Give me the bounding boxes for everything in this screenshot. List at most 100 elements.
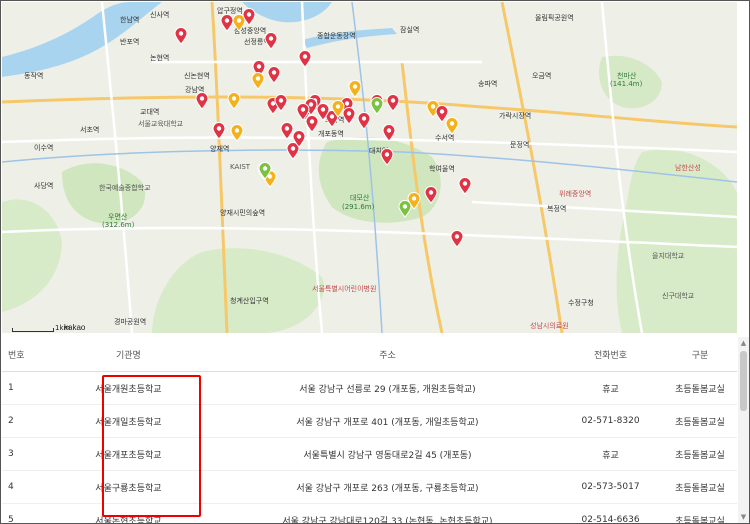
map-place-label: 복정역	[547, 205, 567, 213]
map-marker-pin-icon[interactable]	[380, 148, 394, 166]
app-frame: kakao 1km 신사역 압구정역 삼성중앙역 선정릉역 종합운동장역 잠실역 올림픽공원…	[0, 0, 750, 524]
map-place-label: 논현역	[150, 54, 170, 62]
map-place-label: 대모산	[350, 194, 370, 202]
map-place-label: 남한산성	[675, 164, 701, 172]
cell-type: 초등돌봄교실	[662, 470, 737, 504]
cell-type: 초등돌봄교실	[662, 404, 737, 438]
map-place-label: 수정구청	[568, 299, 594, 307]
map-marker-pin-icon[interactable]	[450, 230, 464, 248]
map-marker-pin-icon[interactable]	[274, 94, 288, 112]
map-marker-pin-icon[interactable]	[264, 32, 278, 50]
map-marker-pin-icon[interactable]	[316, 103, 330, 121]
map-marker-pin-icon[interactable]	[382, 124, 396, 142]
map-place-label: 위례중앙역	[559, 190, 592, 198]
map-marker-pin-icon[interactable]	[348, 80, 362, 98]
map-place-label: 신구대학교	[662, 292, 695, 300]
cell-address: 서울특별시 강남구 영동대로2길 45 (개포동)	[216, 437, 559, 471]
cell-no: 5	[2, 503, 41, 523]
map-place-label: 오금역	[532, 72, 552, 80]
cell-address: 서울 강남구 개포로 263 (개포동, 구룡초등학교)	[216, 470, 559, 504]
map-marker-pin-icon[interactable]	[227, 92, 241, 110]
map-place-label: 을지대학교	[652, 252, 685, 260]
cell-phone: 02-573-5017	[558, 470, 663, 504]
cell-no: 2	[2, 404, 41, 438]
map-place-label: 서울교육대학교	[138, 120, 184, 128]
cell-phone: 02-514-6636	[558, 503, 663, 523]
table-scrollbar[interactable]: ▲ ▼	[738, 337, 749, 523]
map-place-label: 한국예술종합학교	[99, 184, 151, 192]
header-phone: 전화번호	[558, 337, 663, 372]
map-place-label: 교대역	[140, 108, 160, 116]
cell-no: 3	[2, 437, 41, 471]
map-place-label: KAIST	[230, 163, 251, 171]
header-type: 구분	[662, 337, 737, 372]
map-view[interactable]: kakao 1km 신사역 압구정역 삼성중앙역 선정릉역 종합운동장역 잠실역 올림픽공원…	[2, 2, 737, 333]
map-marker-pin-icon[interactable]	[212, 122, 226, 140]
map-place-label: 천마산	[617, 72, 637, 80]
map-base: kakao	[2, 2, 737, 333]
map-marker-pin-icon[interactable]	[458, 177, 472, 195]
map-marker-pin-icon[interactable]	[230, 124, 244, 142]
cell-type: 초등돌봄교실	[662, 371, 737, 405]
header-name: 기관명	[40, 337, 217, 372]
scale-label: 1km	[55, 324, 71, 332]
map-place-label: 올림픽공원역	[535, 14, 574, 22]
cell-type: 초등돌봄교실	[662, 437, 737, 471]
map-place-label: 신사역	[150, 11, 170, 19]
scroll-down-arrow[interactable]: ▼	[740, 513, 747, 521]
map-place-label: 한남역	[120, 16, 140, 24]
map-marker-pin-icon[interactable]	[174, 27, 188, 45]
header-address: 주소	[216, 337, 559, 372]
map-place-label: 가락시장역	[499, 112, 532, 120]
cell-phone: 휴교	[558, 371, 663, 405]
map-place-label: 문정역	[510, 141, 530, 149]
map-place-label: 성남시의료원	[530, 322, 569, 330]
map-place-label: 반포역	[120, 38, 140, 46]
scroll-thumb[interactable]	[740, 351, 747, 411]
map-place-label: 우면산	[108, 213, 128, 221]
map-marker-pin-icon[interactable]	[357, 112, 371, 130]
name-column-highlight	[102, 375, 201, 517]
map-place-label: 수서역	[435, 134, 455, 142]
map-place-label: 사당역	[34, 182, 54, 190]
map-marker-pin-icon[interactable]	[242, 8, 256, 26]
table-header-row: 번호 기관명 주소 전화번호 구분	[2, 337, 737, 372]
map-marker-pin-icon[interactable]	[445, 117, 459, 135]
map-place-label: 이수역	[34, 144, 54, 152]
map-place-label: 경마공원역	[114, 318, 147, 326]
map-marker-pin-icon[interactable]	[195, 92, 209, 110]
map-place-label: 송파역	[478, 80, 498, 88]
cell-no: 1	[2, 371, 41, 405]
cell-phone: 02-571-8320	[558, 404, 663, 438]
map-place-label: 서초역	[80, 126, 100, 134]
map-place-label: 동작역	[24, 72, 44, 80]
cell-no: 4	[2, 470, 41, 504]
map-place-label: 청계산입구역	[230, 297, 269, 305]
map-marker-pin-icon[interactable]	[331, 100, 345, 118]
map-place-label: 양재역	[210, 145, 230, 153]
map-marker-pin-icon[interactable]	[296, 103, 310, 121]
cell-type: 초등돌봄교실	[662, 503, 737, 523]
map-place-label: (141.4m)	[610, 80, 643, 88]
map-place-label: (312.6m)	[102, 221, 135, 229]
cell-address: 서울 강남구 개포로 401 (개포동, 개일초등학교)	[216, 404, 559, 438]
map-place-label: (291.6m)	[342, 203, 375, 211]
map-marker-pin-icon[interactable]	[370, 97, 384, 115]
map-place-label: 양재시민의숲역	[220, 209, 266, 217]
map-place-label: 신논현역	[184, 72, 210, 80]
map-place-label: 서울특별시어린이병원	[312, 285, 377, 293]
scroll-up-arrow[interactable]: ▲	[740, 339, 747, 347]
map-marker-pin-icon[interactable]	[292, 130, 306, 148]
cell-phone: 휴교	[558, 437, 663, 471]
cell-address: 서울 강남구 선릉로 29 (개포동, 개원초등학교)	[216, 371, 559, 405]
map-marker-pin-icon[interactable]	[424, 186, 438, 204]
map-marker-pin-icon[interactable]	[398, 200, 412, 218]
map-place-label: 개포동역	[318, 130, 344, 138]
map-marker-pin-icon[interactable]	[386, 94, 400, 112]
map-marker-pin-icon[interactable]	[258, 162, 272, 180]
scale-bar	[12, 328, 54, 332]
map-place-label: 잠실역	[400, 26, 420, 34]
map-marker-pin-icon[interactable]	[251, 72, 265, 90]
map-marker-pin-icon[interactable]	[298, 50, 312, 68]
map-marker-pin-icon[interactable]	[267, 66, 281, 84]
